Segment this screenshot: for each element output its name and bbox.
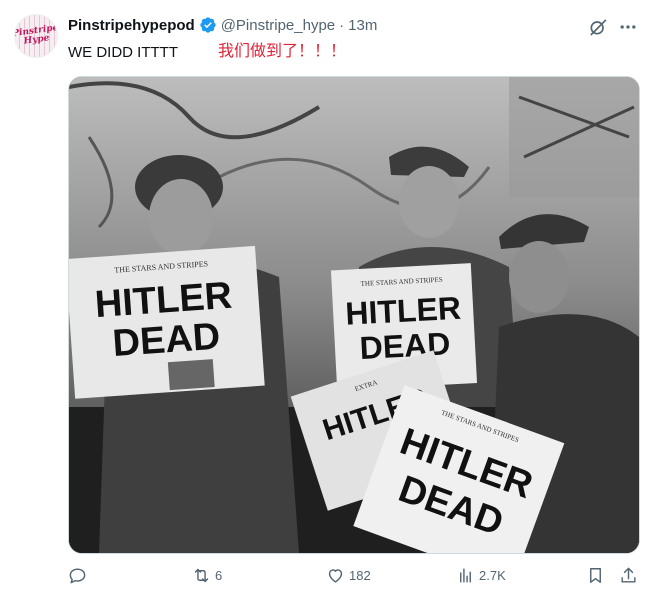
- separator-dot: ·: [339, 16, 345, 34]
- grok-icon[interactable]: [588, 17, 608, 37]
- bookmark-button[interactable]: [586, 566, 605, 585]
- analytics-icon: [460, 568, 471, 583]
- reply-icon: [69, 568, 86, 584]
- red-annotation-text: 我们做到了！！！: [218, 41, 347, 60]
- timestamp[interactable]: 13m: [348, 17, 377, 34]
- share-button[interactable]: [619, 566, 638, 585]
- retweet-icon: [194, 568, 209, 583]
- verified-badge-icon: [200, 17, 216, 33]
- reply-button[interactable]: [68, 566, 87, 585]
- tweet-photo[interactable]: THE STARS AND STRIPES HITLER DEAD THE ST…: [68, 76, 640, 554]
- newspaper-left: THE STARS AND STRIPES HITLER DEAD: [69, 245, 265, 399]
- retweet-count: 6: [215, 568, 223, 583]
- retweet-button[interactable]: 6: [192, 566, 222, 585]
- bookmark-icon: [590, 568, 601, 583]
- photo-soldiers-reading-newspapers: THE STARS AND STRIPES HITLER DEAD THE ST…: [69, 77, 639, 553]
- views-count: 2.7K: [479, 568, 506, 583]
- tweet-card[interactable]: Pinstripe Hype Pinstripehypepod @Pinstri…: [0, 0, 656, 602]
- action-bar: 6 182 2.7K: [68, 566, 638, 590]
- avatar-logo-text: Pinstripe Hype: [14, 22, 58, 47]
- avatar[interactable]: Pinstripe Hype: [14, 14, 58, 58]
- headline-dead-left: DEAD: [111, 316, 221, 365]
- tweet-header: Pinstripehypepod @Pinstripe_hype · 13m: [68, 16, 377, 34]
- like-count: 182: [349, 568, 371, 583]
- heart-icon: [328, 569, 343, 583]
- more-options-icon[interactable]: [618, 17, 638, 37]
- views-button[interactable]: 2.7K: [456, 566, 506, 585]
- tweet-text: WE DIDD ITTTT: [68, 44, 178, 61]
- share-icon: [621, 567, 636, 583]
- handle[interactable]: @Pinstripe_hype: [221, 17, 335, 34]
- display-name[interactable]: Pinstripehypepod: [68, 17, 195, 34]
- like-button[interactable]: 182: [326, 566, 371, 585]
